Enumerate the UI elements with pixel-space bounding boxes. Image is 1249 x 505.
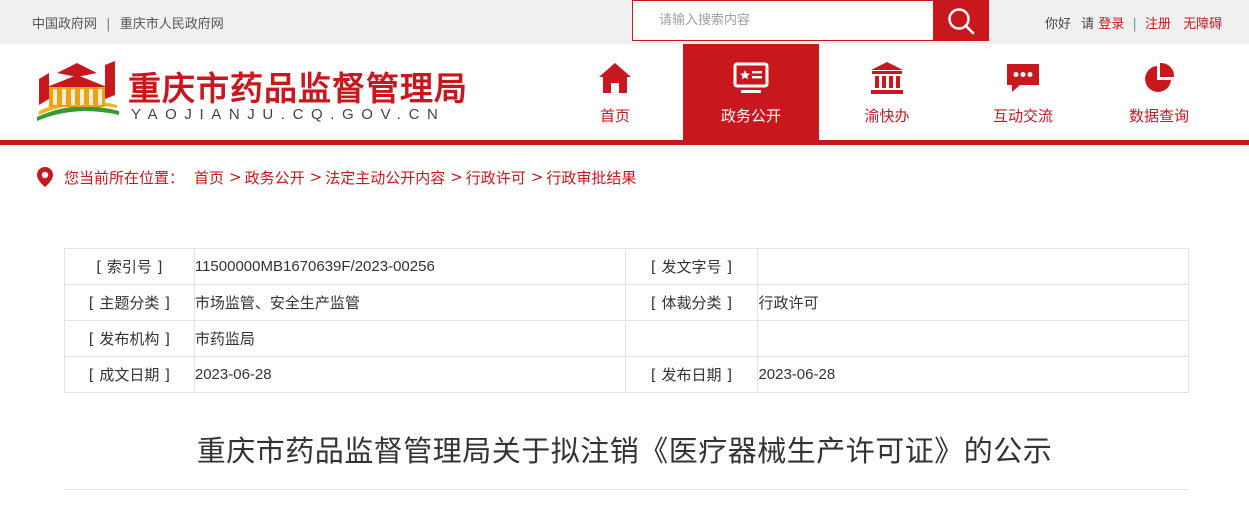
issuer-value: 市药监局	[193, 320, 626, 357]
table-row: [ 主题分类 ] 市场监管、安全生产监管 [ 体裁分类 ] 行政许可	[64, 284, 1189, 321]
nav-item-home[interactable]: 首页	[547, 44, 683, 140]
table-row: [ 发布机构 ] 市药监局	[64, 320, 1189, 357]
empty-cell	[624, 320, 759, 357]
published-date-value: 2023-06-28	[757, 356, 1189, 393]
published-date-label: [ 发布日期 ]	[624, 356, 759, 393]
issuer-label: [ 发布机构 ]	[64, 320, 195, 357]
breadcrumb-arrow: >	[309, 168, 323, 186]
site-title[interactable]: 重庆市药品监督管理局	[128, 62, 468, 110]
register-link[interactable]: 注册	[1145, 17, 1171, 32]
doc-number-label: [ 发文字号 ]	[624, 248, 759, 285]
header-divider	[0, 140, 1249, 145]
title-divider	[64, 489, 1189, 490]
main-nav: 首页 政务公开 渝快办 互动交流 数据查询	[547, 44, 1227, 140]
pie-chart-icon	[1145, 62, 1175, 92]
home-icon	[599, 63, 631, 93]
nav-label-gov-affairs: 政务公开	[720, 107, 781, 125]
index-number-label: [ 索引号 ]	[64, 248, 195, 285]
cq-gov-link[interactable]: 重庆市人民政府网	[120, 17, 224, 32]
top-bar: 中国政府网 | 重庆市人民政府网 你好 请 登录 | 注册 无障碍	[0, 0, 1249, 44]
breadcrumb-gov-affairs[interactable]: 政务公开	[245, 167, 305, 188]
topic-value: 市场监管、安全生产监管	[193, 284, 626, 321]
breadcrumb-home[interactable]: 首页	[194, 167, 224, 188]
index-number-value: 11500000MB1670639F/2023-00256	[193, 248, 626, 285]
nav-label-interaction: 互动交流	[992, 107, 1053, 125]
nav-item-yukuaiban[interactable]: 渝快办	[819, 44, 955, 140]
search-button[interactable]	[933, 0, 989, 41]
document-info-table: [ 索引号 ] 11500000MB1670639F/2023-00256 [ …	[64, 248, 1189, 393]
genre-value: 行政许可	[757, 284, 1189, 321]
empty-cell	[757, 320, 1189, 357]
nav-label-yukuaiban: 渝快办	[864, 107, 910, 125]
nav-item-interaction[interactable]: 互动交流	[955, 44, 1091, 140]
nav-label-home: 首页	[599, 107, 630, 125]
top-link-separator: |	[106, 17, 111, 32]
breadcrumb-prefix: 您当前所在位置：	[64, 168, 185, 187]
monitor-star-icon	[733, 62, 769, 93]
breadcrumb: 您当前所在位置： 首页 > 政务公开 > 法定主动公开内容 > 行政许可 > 行…	[36, 166, 636, 188]
accessibility-link[interactable]: 无障碍	[1183, 17, 1222, 32]
site-domain: YAOJIANJU.CQ.GOV.CN	[131, 106, 446, 123]
breadcrumb-arrow: >	[450, 168, 463, 186]
nav-label-data-query: 数据查询	[1128, 107, 1189, 125]
search-icon	[948, 7, 975, 34]
table-row: [ 成文日期 ] 2023-06-28 [ 发布日期 ] 2023-06-28	[64, 356, 1189, 393]
created-date-label: [ 成文日期 ]	[64, 356, 195, 393]
table-row: [ 索引号 ] 11500000MB1670639F/2023-00256 [ …	[64, 248, 1189, 285]
topic-label: [ 主题分类 ]	[64, 284, 195, 321]
top-links: 中国政府网 | 重庆市人民政府网	[32, 13, 224, 32]
site-header: 重庆市药品监督管理局 YAOJIANJU.CQ.GOV.CN 首页 政务公开 渝…	[0, 44, 1249, 140]
building-icon	[871, 62, 903, 94]
search-input[interactable]	[659, 1, 929, 39]
nav-item-gov-affairs[interactable]: 政务公开	[683, 44, 819, 140]
breadcrumb-approval-results[interactable]: 行政审批结果	[546, 167, 636, 188]
breadcrumb-arrow: >	[530, 168, 544, 186]
document-title: 重庆市药品监督管理局关于拟注销《医疗器械生产许可证》的公示	[196, 434, 1053, 468]
user-link-separator: |	[1132, 17, 1137, 32]
search-box	[632, 0, 934, 41]
doc-number-value	[757, 248, 1189, 285]
created-date-value: 2023-06-28	[193, 356, 626, 393]
please-text: 请	[1081, 17, 1095, 32]
chat-icon	[1007, 64, 1039, 92]
site-logo-icon[interactable]	[35, 59, 120, 124]
login-link[interactable]: 登录	[1098, 17, 1124, 32]
genre-label: [ 体裁分类 ]	[624, 284, 759, 321]
location-pin-icon	[37, 167, 53, 187]
breadcrumb-admin-license[interactable]: 行政许可	[466, 167, 526, 188]
user-links: 你好 请 登录 | 注册 无障碍	[1045, 13, 1222, 32]
nav-item-data-query[interactable]: 数据查询	[1091, 44, 1227, 140]
breadcrumb-statutory-content[interactable]: 法定主动公开内容	[325, 167, 445, 188]
greeting-text: 你好	[1045, 17, 1072, 32]
breadcrumb-arrow: >	[229, 168, 242, 186]
gov-cn-link[interactable]: 中国政府网	[32, 17, 97, 32]
